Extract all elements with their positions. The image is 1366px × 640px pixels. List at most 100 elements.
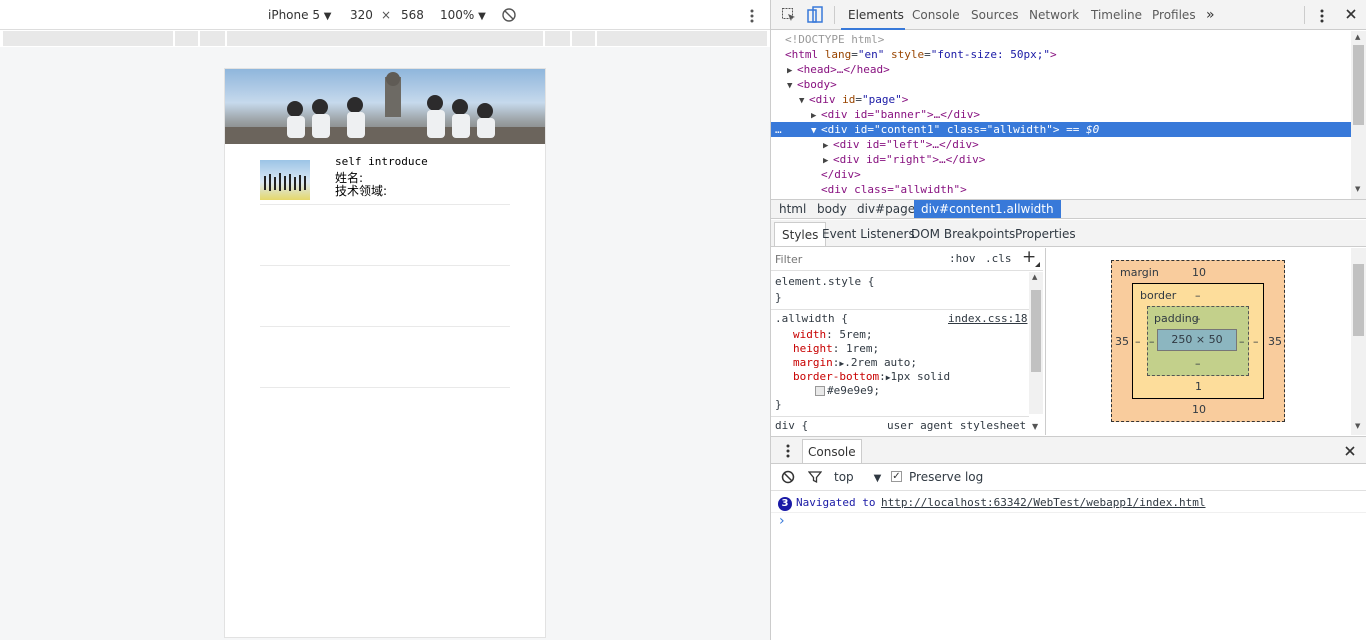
rule-close: } (775, 398, 782, 411)
boxmodel-scroll-thumb[interactable] (1353, 264, 1364, 336)
tab-sources[interactable]: Sources (971, 0, 1018, 30)
dom-node-page[interactable]: ▼ <div id="page"> (771, 92, 1351, 107)
margin-right-value[interactable]: 35 (1268, 335, 1282, 348)
styles-filter-input[interactable] (773, 250, 923, 268)
context-select[interactable]: top ▼ (834, 470, 881, 484)
dom-tree: <!DOCTYPE html> <html lang="en" style="f… (771, 31, 1351, 199)
dom-node-left[interactable]: ▶ <div id="left">…</div> (771, 137, 1351, 152)
declaration-margin[interactable]: margin:▶.2rem auto; (793, 356, 917, 370)
rule-selector[interactable]: .allwidth { (775, 312, 848, 326)
console-prompt[interactable]: › (779, 513, 785, 529)
row-divider (260, 204, 510, 205)
doctype-line[interactable]: <!DOCTYPE html> (771, 32, 1351, 47)
border-top-value[interactable]: – (1195, 289, 1201, 302)
filter-icon[interactable] (808, 470, 822, 484)
ua-rule-selector[interactable]: div { (775, 419, 808, 433)
declaration-border-bottom[interactable]: border-bottom:▶1px solid (793, 370, 950, 384)
declaration-height[interactable]: height: 1rem; (793, 342, 879, 356)
node-actions-dots[interactable]: … (775, 122, 782, 137)
content-box[interactable]: 250 × 50 (1157, 329, 1237, 351)
media-query-bar[interactable] (3, 31, 767, 46)
scroll-up-arrow-icon[interactable]: ▲ (1355, 33, 1360, 41)
tab-event-listeners[interactable]: Event Listeners (822, 227, 915, 241)
tab-profiles[interactable]: Profiles (1152, 0, 1196, 30)
dom-node-allwidth[interactable]: <div class="allwidth"> (771, 182, 1351, 197)
tab-properties[interactable]: Properties (1015, 227, 1076, 241)
clear-console-icon[interactable] (781, 470, 795, 484)
zoom-select[interactable]: 100% ▼ (440, 8, 486, 22)
boxmodel-scrollbar[interactable]: ▼ (1351, 248, 1366, 435)
scroll-down-arrow-icon[interactable]: ▼ (1355, 422, 1360, 430)
ua-expand-icon[interactable]: ▼ (1032, 422, 1038, 431)
tab-styles[interactable]: Styles (774, 222, 827, 246)
element-style-close: } (775, 291, 782, 304)
dom-node-content1-selected[interactable]: … ▼ <div id="content1" class="allwidth"> … (771, 122, 1351, 137)
border-bottom-value[interactable]: 1 (1195, 380, 1202, 393)
dom-scrollbar[interactable]: ▲ ▼ (1351, 31, 1366, 199)
border-right-value[interactable]: – (1253, 335, 1259, 348)
context-dropdown-icon: ▼ (873, 473, 882, 484)
tab-elements[interactable]: Elements (848, 0, 904, 30)
class-toggle[interactable]: .cls (985, 252, 1012, 265)
width-input[interactable]: 320 (350, 8, 373, 22)
scroll-down-arrow-icon[interactable]: ▼ (1355, 185, 1360, 193)
breadcrumb-html[interactable]: html (779, 202, 806, 216)
tab-timeline[interactable]: Timeline (1091, 0, 1142, 30)
padding-box[interactable]: padding – – – – 250 × 50 (1147, 306, 1249, 376)
color-swatch[interactable] (815, 386, 825, 396)
margin-bottom-value[interactable]: 10 (1192, 403, 1206, 416)
preserve-log-checkbox[interactable]: ✓ (891, 471, 902, 482)
breadcrumb-selected[interactable]: div#content1.allwidth (914, 200, 1061, 218)
media-query-segment (225, 31, 227, 46)
more-tabs-icon[interactable]: » (1206, 0, 1215, 30)
device-select[interactable]: iPhone 5 ▼ (268, 8, 332, 22)
height-input[interactable]: 568 (401, 8, 424, 22)
padding-top-value[interactable]: – (1195, 312, 1201, 325)
more-options-icon[interactable] (747, 8, 757, 24)
close-devtools-icon[interactable] (1345, 8, 1357, 20)
inspect-element-icon[interactable] (781, 7, 797, 23)
content-class-attr: class (946, 123, 980, 136)
device-mode-icon[interactable] (807, 6, 823, 24)
border-left-value[interactable]: – (1135, 335, 1141, 348)
dom-node-banner[interactable]: ▶ <div id="banner">…</div> (771, 107, 1351, 122)
dom-node-right[interactable]: ▶ <div id="right">…</div> (771, 152, 1351, 167)
padding-bottom-value[interactable]: – (1195, 357, 1201, 370)
padding-left-value[interactable]: – (1149, 335, 1155, 348)
margin-top-value[interactable]: 10 (1192, 266, 1206, 279)
styles-scroll-thumb[interactable] (1031, 290, 1041, 372)
tab-console[interactable]: Console (912, 0, 960, 30)
margin-box[interactable]: margin 10 10 35 35 border – 1 – – paddin… (1111, 260, 1285, 422)
dom-node-body[interactable]: ▼ <body> (771, 77, 1351, 92)
breadcrumb-div-page[interactable]: div#page (857, 202, 915, 216)
scroll-up-arrow-icon[interactable]: ▲ (1032, 273, 1037, 281)
padding-right-value[interactable]: – (1239, 335, 1245, 348)
styles-scrollbar[interactable]: ▲ (1029, 272, 1043, 414)
resize-corner-icon (1035, 262, 1040, 267)
message-url-link[interactable]: http://localhost:63342/WebTest/webapp1/i… (881, 496, 1206, 509)
margin-left-value[interactable]: 35 (1115, 335, 1129, 348)
border-box[interactable]: border – 1 – – padding – – – – 250 × 50 (1132, 283, 1264, 399)
rotate-icon[interactable] (501, 7, 517, 23)
banner-image (225, 69, 545, 144)
declaration-width[interactable]: width: 5rem; (793, 328, 873, 342)
tab-network[interactable]: Network (1029, 0, 1079, 30)
media-query-segment (198, 31, 200, 46)
tab-console-drawer[interactable]: Console (802, 439, 862, 463)
hover-state-toggle[interactable]: :hov (949, 252, 976, 265)
close-drawer-icon[interactable] (1344, 445, 1356, 457)
devtools-menu-icon[interactable] (1317, 8, 1327, 24)
div-close-tag: </div> (821, 168, 861, 181)
dom-node-html[interactable]: <html lang="en" style="font-size: 50px;"… (771, 47, 1351, 62)
tab-dom-breakpoints[interactable]: DOM Breakpoints (911, 227, 1015, 241)
breadcrumb-body[interactable]: body (817, 202, 847, 216)
dom-node-div-close[interactable]: </div> (771, 167, 1351, 182)
drawer-menu-icon[interactable] (785, 444, 791, 458)
border-label: border (1140, 289, 1177, 302)
row-divider (260, 265, 510, 266)
dom-node-head[interactable]: ▶ <head>…</head> (771, 62, 1351, 77)
element-style-selector[interactable]: element.style { (775, 275, 874, 289)
dom-scroll-thumb[interactable] (1353, 45, 1364, 125)
rule-source-link[interactable]: index.css:18 (948, 312, 1027, 326)
declaration-border-color[interactable]: #e9e9e9; (815, 384, 880, 398)
